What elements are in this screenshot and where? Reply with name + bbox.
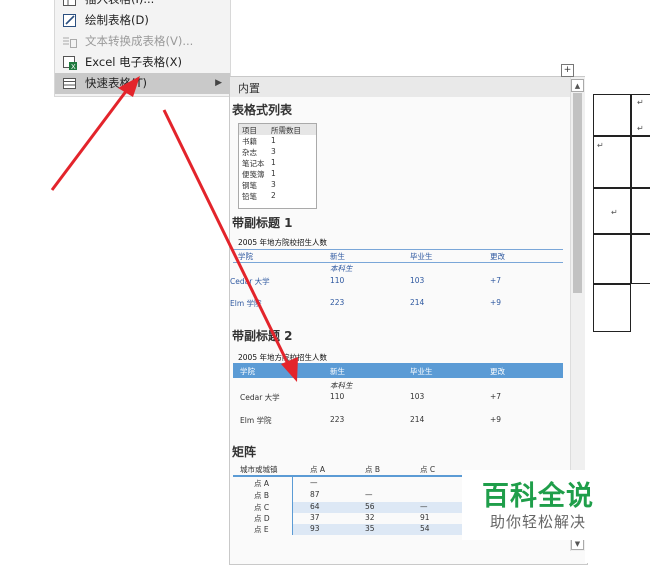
watermark-title: 百科全说 bbox=[482, 481, 594, 512]
watermark-subtitle: 助你轻松解决 bbox=[490, 513, 587, 531]
red-arrow-2-head bbox=[281, 357, 298, 382]
red-arrow-1-head bbox=[118, 76, 140, 97]
red-arrow-2 bbox=[162, 109, 292, 369]
red-arrow-1 bbox=[50, 89, 129, 191]
watermark: 百科全说 助你轻松解决 bbox=[462, 470, 632, 540]
